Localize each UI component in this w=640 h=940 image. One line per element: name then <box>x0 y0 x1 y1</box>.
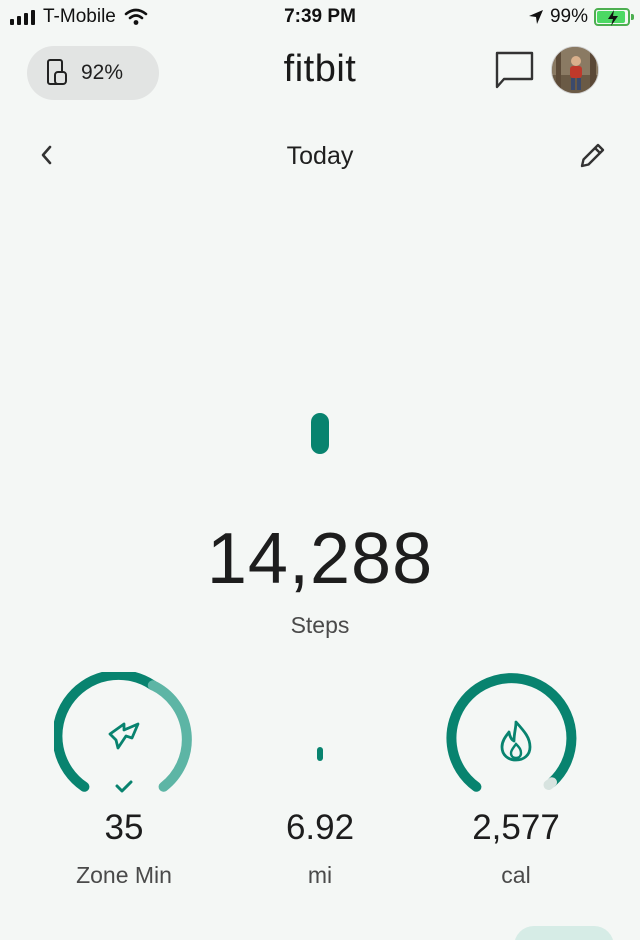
distance-value: 6.92 <box>285 808 355 847</box>
zone-minutes-label: Zone Min <box>76 862 172 888</box>
calories-label: cal <box>501 862 531 888</box>
steps-progress-indicator <box>311 413 329 454</box>
stat-calories[interactable]: 2,577 cal <box>446 672 586 888</box>
steps-label: Steps <box>290 612 350 638</box>
battery-charging-icon <box>594 8 634 26</box>
calories-value: 2,577 <box>472 808 560 847</box>
avatar-photo <box>552 47 598 93</box>
status-bar: T-Mobile 7:39 PM 99% <box>0 0 640 36</box>
location-arrow-icon <box>528 10 543 24</box>
app-header: 92% fitbit <box>0 42 640 102</box>
floating-action-button[interactable] <box>514 926 614 940</box>
goal-check-icon <box>115 780 133 793</box>
zone-minutes-value: 35 <box>104 808 144 847</box>
date-nav: Today <box>0 130 640 184</box>
stat-zone-minutes[interactable]: 35 Zone Min <box>54 672 194 888</box>
battery-percent: 99% <box>549 6 588 27</box>
page-title: Today <box>286 142 354 170</box>
edit-button[interactable] <box>578 140 608 175</box>
chat-button[interactable] <box>494 50 536 97</box>
fitbit-logo: fitbit <box>283 48 357 90</box>
avatar[interactable] <box>551 46 599 94</box>
zone-minutes-ring <box>54 672 192 793</box>
distance-label: mi <box>307 862 333 888</box>
calories-ring <box>446 673 577 792</box>
chat-icon <box>495 51 534 89</box>
edit-pencil-icon <box>580 143 605 168</box>
distance-indicator <box>317 747 323 761</box>
steps-value[interactable]: 14,288 <box>0 518 640 600</box>
zone-minutes-icon <box>108 722 140 750</box>
flame-icon <box>500 720 532 762</box>
stat-distance[interactable]: 6.92 mi <box>250 672 390 888</box>
